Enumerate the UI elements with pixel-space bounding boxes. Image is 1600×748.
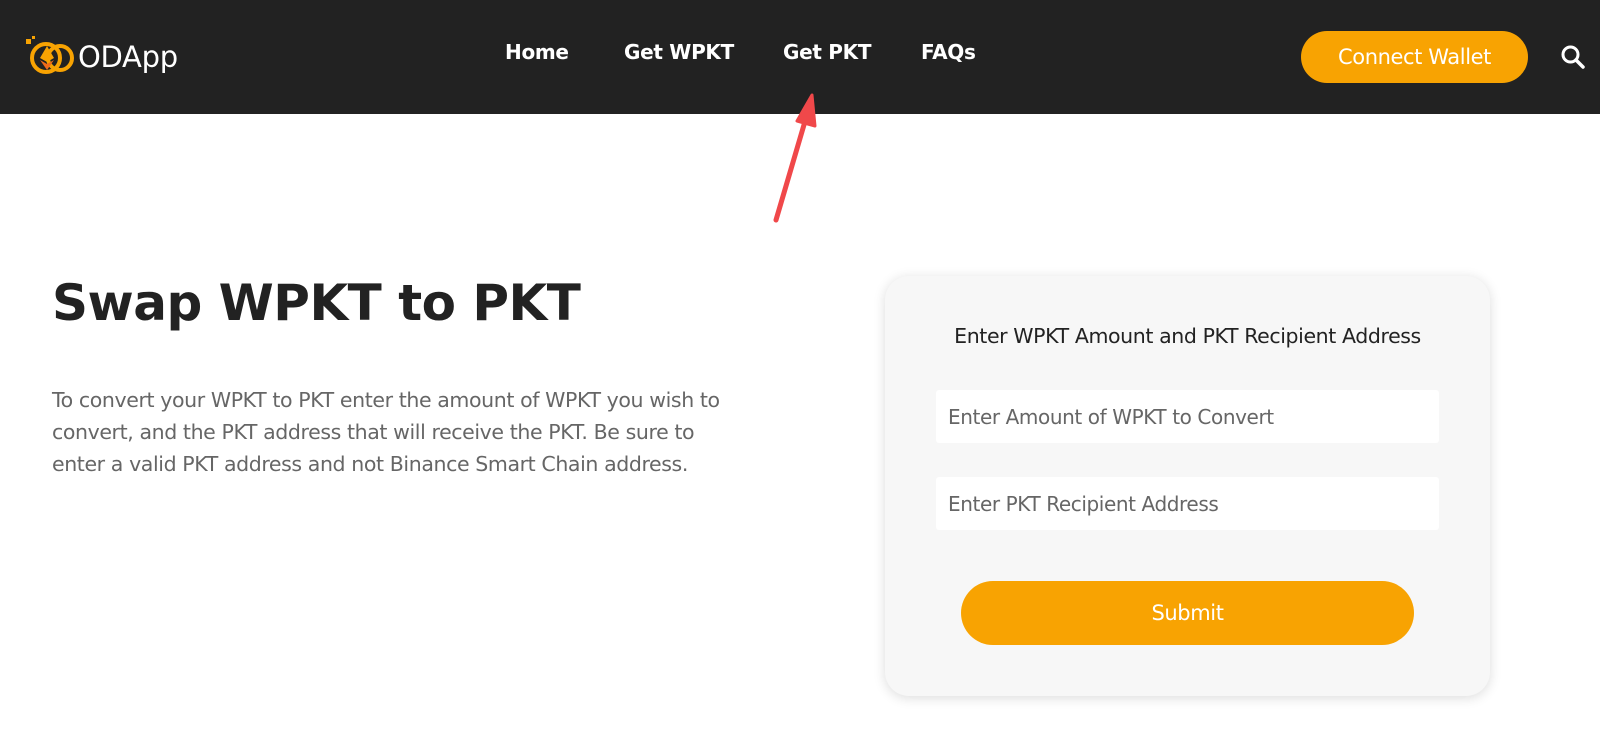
logo-text: ODApp	[78, 40, 178, 74]
nav-faqs[interactable]: FAQs	[921, 40, 976, 64]
nav-get-pkt[interactable]: Get PKT	[783, 40, 872, 64]
logo[interactable]: ODApp	[24, 36, 178, 78]
wpkt-amount-input[interactable]	[936, 390, 1439, 443]
swap-form-card: Enter WPKT Amount and PKT Recipient Addr…	[885, 276, 1490, 696]
top-navigation-bar: ODApp Home Get WPKT Get PKT FAQs Connect…	[0, 0, 1600, 114]
search-icon[interactable]	[1560, 44, 1586, 70]
nav-home[interactable]: Home	[505, 40, 569, 64]
form-title: Enter WPKT Amount and PKT Recipient Addr…	[954, 324, 1421, 348]
page-description: To convert your WPKT to PKT enter the am…	[52, 388, 720, 476]
odapp-logo-icon	[24, 36, 76, 78]
page-title: Swap WPKT to PKT	[52, 274, 581, 332]
connect-wallet-button[interactable]: Connect Wallet	[1301, 31, 1528, 83]
nav-get-wpkt[interactable]: Get WPKT	[624, 40, 734, 64]
pkt-recipient-address-input[interactable]	[936, 477, 1439, 530]
submit-button[interactable]: Submit	[961, 581, 1414, 645]
